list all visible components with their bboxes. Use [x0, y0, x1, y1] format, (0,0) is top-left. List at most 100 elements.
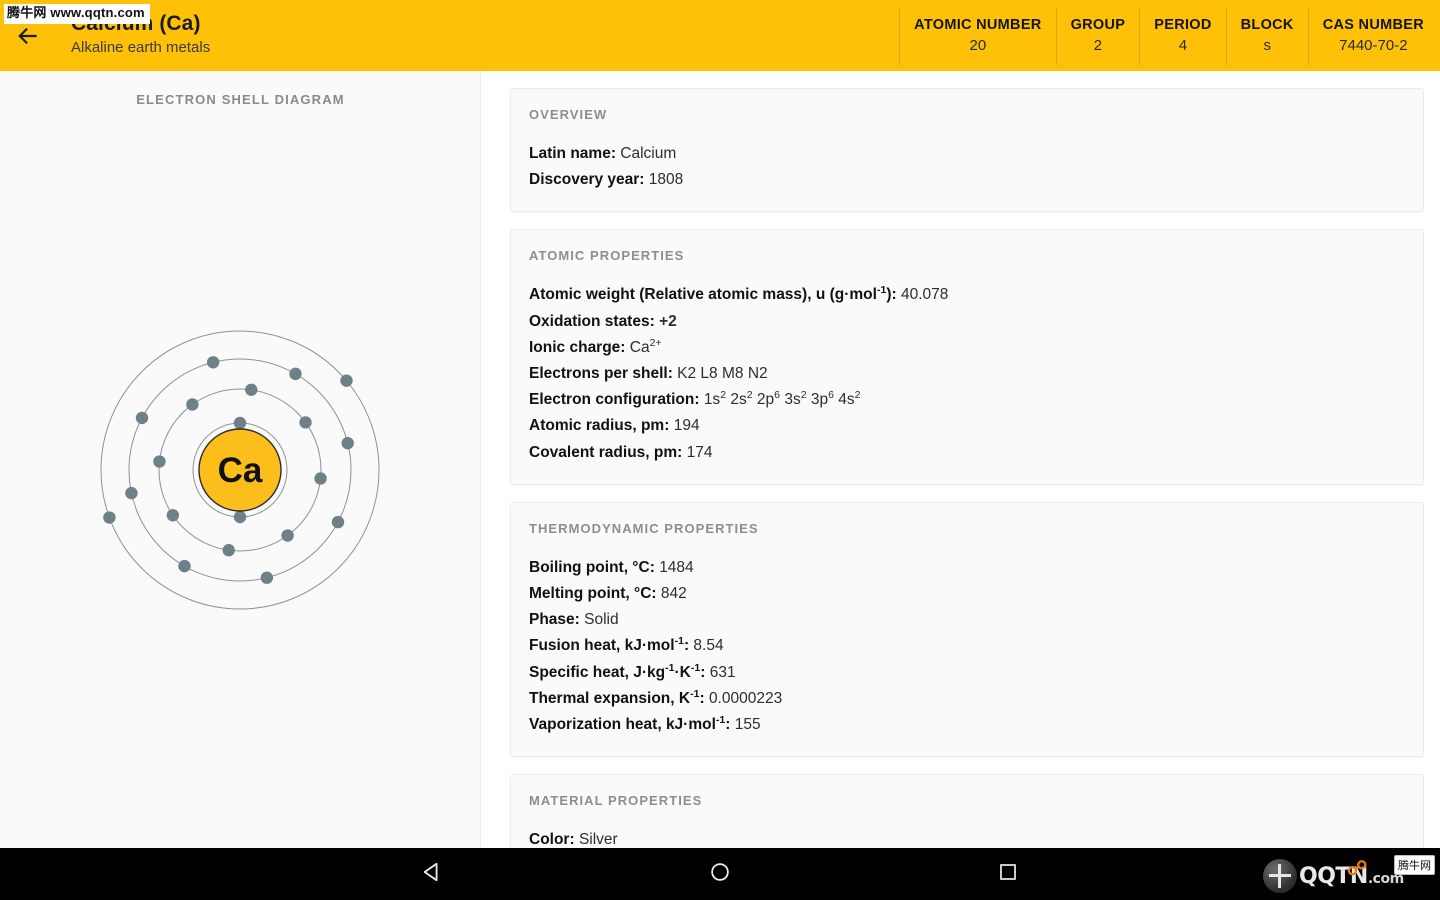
arrow-left-icon	[15, 23, 41, 49]
property-key: Vaporization heat, kJ·mol-1:	[529, 716, 730, 733]
stat-value: 20	[970, 35, 987, 57]
electron-dot	[289, 368, 301, 380]
stat-label: ATOMIC NUMBER	[914, 15, 1041, 35]
property-value: 0.0000223	[709, 690, 782, 707]
property-value: Solid	[584, 611, 618, 628]
stat-block: BLOCK s	[1226, 7, 1308, 65]
card-title: THERMODYNAMIC PROPERTIES	[529, 521, 1405, 536]
square-recents-icon	[998, 862, 1018, 887]
property-key: Discovery year:	[529, 171, 644, 188]
property-value: K2 L8 M8 N2	[677, 365, 767, 382]
nav-home-button[interactable]	[576, 848, 864, 900]
property-key: Phase:	[529, 611, 580, 628]
watermark-bottom: ☍ QQTN.com 腾牛网	[1255, 854, 1440, 898]
stat-cas-number: CAS NUMBER 7440-70-2	[1308, 7, 1440, 65]
property-card: THERMODYNAMIC PROPERTIES Boiling point, °…	[510, 502, 1424, 757]
property-row: Atomic weight (Relative atomic mass), u …	[529, 282, 1405, 308]
property-card: ATOMIC PROPERTIES Atomic weight (Relative…	[510, 229, 1424, 484]
property-row: Boiling point, °C: 1484	[529, 555, 1405, 581]
property-row: Electrons per shell: K2 L8 M8 N2	[529, 361, 1405, 387]
property-key: Specific heat, J·kg-1·K-1:	[529, 664, 705, 681]
property-key: Latin name:	[529, 145, 616, 162]
property-key: Electron configuration:	[529, 391, 700, 408]
nucleus-symbol: Ca	[218, 451, 263, 490]
property-value: 40.078	[901, 286, 948, 303]
property-key: Covalent radius, pm:	[529, 444, 682, 461]
properties-pane: OVERVIEWLatin name: CalciumDiscovery yea…	[481, 71, 1440, 848]
electron-dot	[314, 472, 326, 484]
property-key: Atomic weight (Relative atomic mass), u …	[529, 286, 897, 303]
header-stats: ATOMIC NUMBER 20 GROUP 2 PERIOD 4 BLOCK …	[899, 7, 1440, 65]
electron-dot	[234, 511, 246, 523]
electron-dot	[299, 416, 311, 428]
property-row: Color: Silver	[529, 827, 1405, 848]
property-value: 631	[710, 664, 736, 681]
stat-label: CAS NUMBER	[1323, 15, 1424, 35]
nav-back-button[interactable]	[288, 848, 576, 900]
watermark-top: 腾牛网 www.qqtn.com	[4, 4, 150, 24]
electron-dot	[153, 455, 165, 467]
property-card: OVERVIEWLatin name: CalciumDiscovery yea…	[510, 88, 1424, 212]
property-key: Color:	[529, 831, 575, 848]
electron-dot	[223, 544, 235, 556]
stat-value: 2	[1094, 35, 1102, 57]
property-value: 1808	[649, 171, 683, 188]
element-detail-screen: Calcium (Ca) Alkaline earth metals ATOMI…	[0, 0, 1440, 900]
stat-atomic-number: ATOMIC NUMBER 20	[899, 7, 1055, 65]
property-value: Ca2+	[630, 339, 662, 356]
electron-dot	[342, 437, 354, 449]
property-key: Melting point, °C:	[529, 585, 657, 602]
electron-dot	[103, 511, 115, 523]
electron-dot	[167, 509, 179, 521]
horn-icon: ☍	[1347, 856, 1367, 881]
property-cards: OVERVIEWLatin name: CalciumDiscovery yea…	[510, 88, 1424, 848]
property-row: Ionic charge: Ca2+	[529, 335, 1405, 361]
property-row: Covalent radius, pm: 174	[529, 440, 1405, 466]
electron-shell-diagram-label: ELECTRON SHELL DIAGRAM	[0, 92, 481, 107]
property-row: Specific heat, J·kg-1·K-1: 631	[529, 660, 1405, 686]
property-row: Thermal expansion, K-1: 0.0000223	[529, 686, 1405, 712]
property-row: Discovery year: 1808	[529, 167, 1405, 193]
electron-shell-pane: ELECTRON SHELL DIAGRAM Ca	[0, 71, 481, 848]
property-value: +2	[659, 313, 677, 330]
stat-label: GROUP	[1071, 15, 1126, 35]
property-value: 1s2 2s2 2p6 3s2 3p6 4s2	[704, 391, 861, 408]
property-value: Silver	[579, 831, 618, 848]
app-bar: Calcium (Ca) Alkaline earth metals ATOMI…	[0, 0, 1440, 71]
property-row: Melting point, °C: 842	[529, 581, 1405, 607]
property-row: Oxidation states: +2	[529, 309, 1405, 335]
stat-label: BLOCK	[1241, 15, 1294, 35]
stat-value: 4	[1179, 35, 1187, 57]
card-title: ATOMIC PROPERTIES	[529, 248, 1405, 263]
stat-group: GROUP 2	[1056, 7, 1140, 65]
watermark-top-url: www.qqtn.com	[50, 5, 144, 20]
nav-recents-button[interactable]	[864, 848, 1152, 900]
card-title: OVERVIEW	[529, 107, 1405, 122]
property-value: 174	[687, 444, 713, 461]
electron-dot	[186, 398, 198, 410]
property-value: 8.54	[693, 637, 723, 654]
electron-dot	[207, 356, 219, 368]
card-title: MATERIAL PROPERTIES	[529, 793, 1405, 808]
electron-dot	[261, 572, 273, 584]
electron-dot	[178, 560, 190, 572]
circle-home-icon	[709, 861, 731, 888]
stat-label: PERIOD	[1154, 15, 1211, 35]
property-key: Electrons per shell:	[529, 365, 673, 382]
electron-dot	[340, 374, 352, 386]
electron-dot	[332, 516, 344, 528]
property-key: Thermal expansion, K-1:	[529, 690, 705, 707]
watermark-top-cn: 腾牛网	[7, 6, 47, 21]
property-row: Electron configuration: 1s2 2s2 2p6 3s2 …	[529, 387, 1405, 413]
property-key: Ionic charge:	[529, 339, 625, 356]
electron-dot	[245, 384, 257, 396]
content-area: ELECTRON SHELL DIAGRAM Ca OVERVIEW Latin …	[0, 71, 1440, 848]
property-value: Calcium	[620, 145, 676, 162]
electron-shell-diagram: Ca	[90, 320, 390, 620]
property-key: Atomic radius, pm:	[529, 417, 669, 434]
electron-dot	[136, 412, 148, 424]
property-card: MATERIAL PROPERTIES Color: Silver	[510, 774, 1424, 848]
electron-dot	[281, 529, 293, 541]
property-row: Latin name: Calcium	[529, 141, 1405, 167]
property-value: 194	[674, 417, 700, 434]
